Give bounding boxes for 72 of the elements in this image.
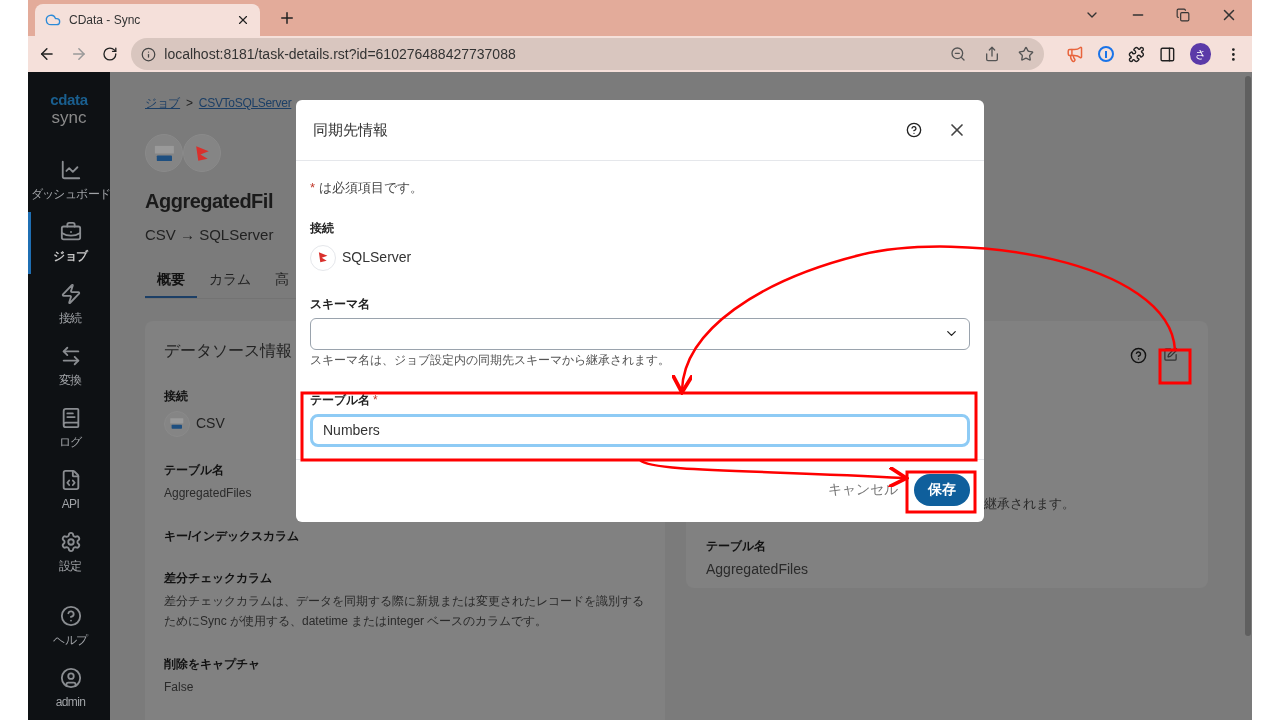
logo-text: cdata [50, 92, 88, 107]
dialog-title: 同期先情報 [313, 119, 389, 140]
bookmark-icon[interactable] [1018, 46, 1035, 62]
tab-title: CData - Sync [69, 12, 142, 29]
tab[interactable]: カラム [197, 268, 263, 298]
settings-icon [59, 531, 82, 554]
profile-avatar[interactable]: さ [1189, 43, 1212, 65]
sidebar-item[interactable]: admin [28, 658, 110, 720]
field-label: テーブル名 [706, 538, 767, 555]
required-mark: * [310, 179, 316, 197]
megaphone-icon[interactable] [1066, 45, 1085, 63]
field-label: テーブル名 [164, 461, 224, 479]
field-value: 差分チェックカラムは、データを同期する際に新規または変更されたレコードを識別するためにSync が使用する、datetime またはinteger ベースのカラムです。 [164, 592, 645, 630]
reload-icon[interactable] [101, 46, 118, 62]
required-note: は必須項目です。 [319, 179, 424, 197]
share-icon[interactable] [984, 46, 1001, 62]
field-value: CSV [196, 414, 225, 433]
address-bar[interactable]: localhost:8181/task-details.rst?id=610276488427737088 [131, 38, 1045, 70]
password-icon[interactable] [1098, 46, 1115, 62]
info-icon [141, 46, 157, 62]
field-label: 接続 [310, 219, 335, 237]
sidebar-item[interactable]: 接続 [28, 274, 110, 337]
field-label: スキーマ名 [310, 295, 371, 313]
schema-select[interactable] [310, 317, 970, 350]
sql-server-icon [310, 244, 336, 271]
field-label: テーブル名 [310, 391, 370, 409]
lightning-icon [59, 283, 82, 306]
highlight-frame [905, 470, 977, 514]
close-icon[interactable] [236, 13, 250, 27]
highlight-frame [1158, 348, 1192, 385]
field-value: AggregatedFiles [706, 560, 809, 579]
field-label: キー/インデックスカラム [164, 527, 300, 545]
tab[interactable]: 概要 [145, 268, 197, 298]
job-subtitle: CSV → SQLServer [145, 225, 274, 245]
field-label: 接続 [164, 387, 188, 405]
help-icon[interactable] [906, 122, 922, 138]
csv-icon [145, 134, 183, 172]
sidebar-item[interactable]: ログ [28, 398, 110, 461]
extensions-icon[interactable] [1128, 45, 1145, 63]
field-value: False [164, 678, 195, 696]
table-name-input[interactable]: Numbers [310, 413, 970, 447]
field-label: 差分チェックカラム [164, 569, 272, 587]
job-title: AggregatedFil [145, 189, 273, 214]
card-title: データソース情報 [164, 340, 292, 361]
required-mark: * [373, 391, 378, 409]
back-icon[interactable] [38, 45, 56, 63]
cloud-icon [45, 12, 61, 28]
url-text: localhost:8181/task-details.rst?id=610276488427737088 [164, 44, 517, 64]
chart-icon [59, 159, 82, 182]
field-label: 削除をキャプチャ [164, 655, 260, 673]
sql-server-icon [183, 134, 221, 172]
side-panel-icon[interactable] [1158, 45, 1176, 63]
zoom-icon[interactable] [950, 46, 967, 62]
sidebar-item[interactable]: 変換 [28, 336, 110, 399]
sidebar-item[interactable]: ヘルプ [28, 596, 110, 659]
save-button[interactable]: 保存 [914, 473, 970, 506]
edit-icon[interactable] [1163, 346, 1178, 362]
field-hint: 継承されます。 [984, 494, 1076, 513]
breadcrumb-separator: > [186, 95, 193, 112]
new-tab-icon[interactable] [278, 9, 296, 27]
help-icon [59, 605, 82, 628]
connection-name: SQLServer [342, 248, 412, 267]
user-icon [59, 667, 82, 690]
browser-tab[interactable]: CData - Sync [35, 4, 260, 36]
logo-subtext: sync [51, 107, 87, 129]
restore-icon[interactable] [1176, 8, 1190, 22]
field-value: AggregatedFiles [164, 484, 253, 502]
csv-icon [164, 410, 190, 437]
sidebar-item[interactable]: 設定 [28, 522, 110, 585]
sidebar-item[interactable]: API [28, 460, 110, 523]
sidebar-item[interactable]: ダッシュボード [28, 150, 110, 213]
field-hint: スキーマ名は、ジョブ設定内の同期先スキーマから継承されます。 [310, 351, 671, 369]
